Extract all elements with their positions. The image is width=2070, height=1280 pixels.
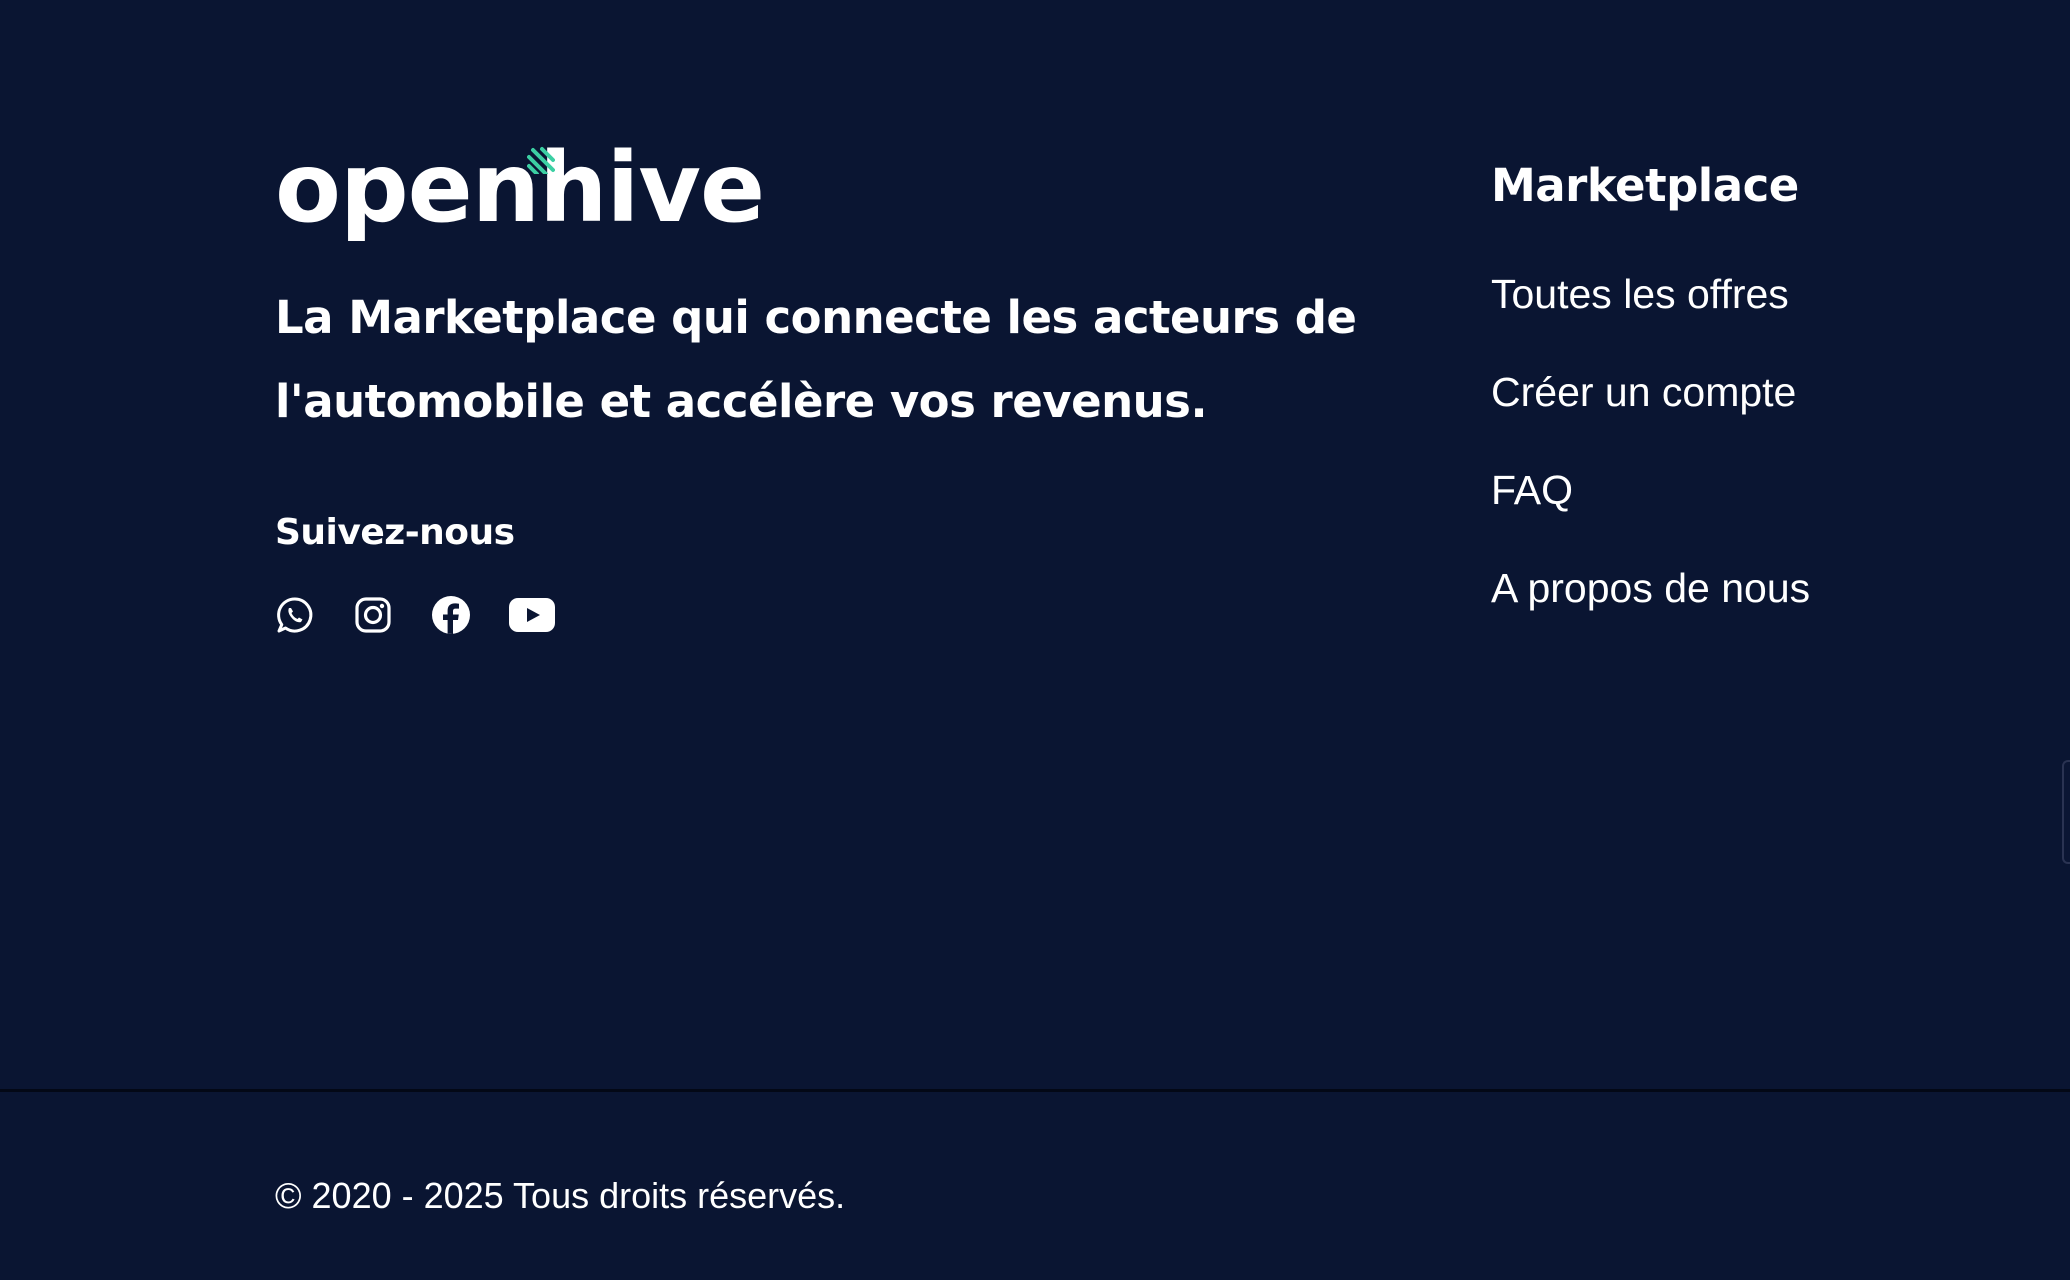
tagline: La Marketplace qui connecte les acteurs …: [275, 291, 1357, 428]
instagram-link[interactable]: [353, 595, 393, 635]
whatsapp-link[interactable]: [275, 595, 315, 635]
marketplace-title: Marketplace: [1491, 159, 1799, 212]
link-faq[interactable]: FAQ: [1491, 466, 2011, 514]
side-tab-handle[interactable]: [2062, 760, 2070, 864]
footer-divider: [0, 1089, 2070, 1092]
youtube-link[interactable]: [509, 595, 555, 635]
link-about-us[interactable]: A propos de nous: [1491, 564, 2011, 612]
youtube-icon: [509, 598, 555, 632]
footer-main: openhive La Marketplace qui connecte les…: [0, 0, 2070, 1090]
whatsapp-icon: [277, 597, 313, 633]
follow-us-title: Suivez-nous: [275, 512, 515, 553]
instagram-icon: [355, 597, 391, 633]
facebook-icon: [432, 596, 470, 634]
link-all-offers[interactable]: Toutes les offres: [1491, 270, 2011, 318]
facebook-link[interactable]: [431, 595, 471, 635]
logo-mark-icon: [527, 147, 555, 174]
brand-column: openhive La Marketplace qui connecte les…: [275, 140, 1375, 635]
link-create-account[interactable]: Créer un compte: [1491, 368, 2011, 416]
marketplace-links: Toutes les offres Créer un compte FAQ A …: [1491, 270, 2011, 612]
social-links: [275, 595, 1375, 635]
logo[interactable]: openhive: [275, 140, 765, 236]
logo-text: openhive: [275, 132, 765, 244]
copyright-text: © 2020 - 2025 Tous droits réservés.: [275, 1175, 846, 1216]
marketplace-column: Marketplace Toutes les offres Créer un c…: [1491, 158, 2011, 662]
